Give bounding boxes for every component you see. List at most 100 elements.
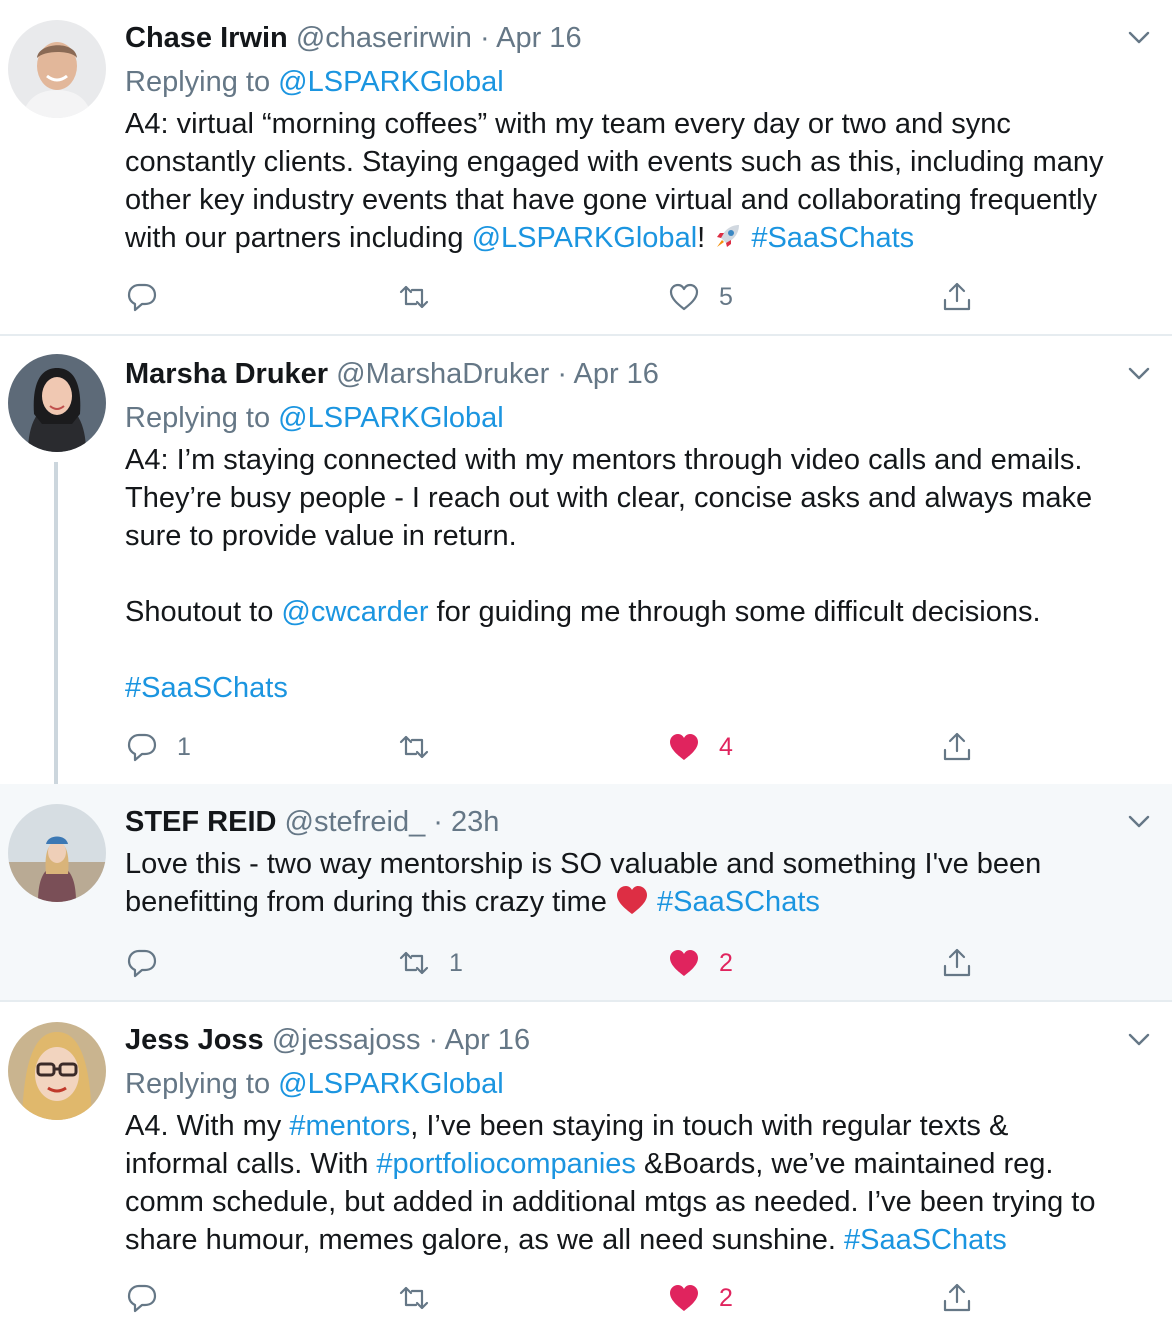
user-handle[interactable]: @jessajoss xyxy=(272,1024,421,1056)
tweet-highlighted[interactable]: STEF REID @stefreid_ · 23h Love this - t… xyxy=(0,784,1172,1000)
reply-icon xyxy=(127,949,157,978)
replying-to: Replying to @LSPARKGlobal xyxy=(125,1065,1112,1103)
heart-filled-icon xyxy=(670,950,698,976)
thread-line xyxy=(54,462,58,784)
tweet-text-segment xyxy=(649,886,657,918)
tweet-text-segment: A4. With my xyxy=(125,1110,290,1142)
avatar[interactable] xyxy=(8,1022,106,1120)
tweet[interactable]: Jess Joss @jessajoss · Apr 16 Replying t… xyxy=(0,1002,1172,1333)
reply-button[interactable] xyxy=(125,943,177,983)
like-button[interactable]: 2 xyxy=(667,1278,733,1318)
heart-outline-icon xyxy=(669,283,699,311)
retweet-button[interactable] xyxy=(397,1278,449,1318)
user-handle[interactable]: @MarshaDruker xyxy=(336,358,549,390)
retweet-button[interactable] xyxy=(397,277,449,317)
rocket-icon xyxy=(713,221,743,261)
replying-to-mention[interactable]: @LSPARKGlobal xyxy=(278,66,504,98)
display-name[interactable]: Jess Joss xyxy=(125,1024,264,1056)
display-name[interactable]: Marsha Druker xyxy=(125,358,328,390)
reply-button[interactable] xyxy=(125,277,177,317)
share-button[interactable] xyxy=(940,727,974,767)
tweet-header: Marsha Druker @MarshaDruker · Apr 16 xyxy=(125,356,1112,392)
tweet-paragraph: Shoutout to @cwcarder for guiding me thr… xyxy=(125,593,1112,631)
chevron-down-icon[interactable] xyxy=(1126,24,1152,50)
reply-icon xyxy=(127,733,157,762)
timestamp[interactable]: Apr 16 xyxy=(496,22,581,54)
tweet-text: Love this - two way mentorship is SO val… xyxy=(125,845,1112,925)
tweet-text-segment: for guiding me through some difficult de… xyxy=(428,596,1041,628)
reply-button[interactable] xyxy=(125,1278,177,1318)
display-name[interactable]: Chase Irwin xyxy=(125,22,288,54)
retweet-button[interactable]: 1 xyxy=(397,943,463,983)
tweet-header: STEF REID @stefreid_ · 23h xyxy=(125,804,1112,840)
replying-to-label: Replying to xyxy=(125,66,279,98)
display-name[interactable]: STEF REID xyxy=(125,806,276,838)
reply-icon xyxy=(127,283,157,312)
reply-button[interactable]: 1 xyxy=(125,727,191,767)
chevron-down-icon[interactable] xyxy=(1126,360,1152,386)
like-count: 5 xyxy=(719,282,733,311)
retweet-icon xyxy=(399,951,429,975)
hashtag-link[interactable]: #SaaSChats xyxy=(125,672,288,704)
share-icon xyxy=(943,282,971,311)
reply-count: 1 xyxy=(177,732,191,761)
like-count: 2 xyxy=(719,948,733,977)
red-heart-icon xyxy=(615,885,649,925)
mention-link[interactable]: @cwcarder xyxy=(281,596,428,628)
tweet-text-segment: Love this - two way mentorship is SO val… xyxy=(125,848,1042,918)
like-count: 4 xyxy=(719,732,733,761)
tweet-text: A4: I’m staying connected with my mentor… xyxy=(125,441,1112,707)
avatar[interactable] xyxy=(8,354,106,452)
separator: · xyxy=(420,1024,445,1056)
replying-to: Replying to @LSPARKGlobal xyxy=(125,399,1112,437)
replying-to-label: Replying to xyxy=(125,1068,279,1100)
tweet[interactable]: Marsha Druker @MarshaDruker · Apr 16 Rep… xyxy=(0,336,1172,784)
share-button[interactable] xyxy=(940,1278,974,1318)
hashtag-link[interactable]: #SaaSChats xyxy=(657,886,820,918)
share-icon xyxy=(943,948,971,977)
tweet-text: A4. With my #mentors, I’ve been staying … xyxy=(125,1107,1112,1259)
share-icon xyxy=(943,1283,971,1312)
like-button[interactable]: 4 xyxy=(667,727,733,767)
separator: · xyxy=(425,806,451,838)
tweet-actions: 2 xyxy=(125,1278,985,1318)
replying-to-mention[interactable]: @LSPARKGlobal xyxy=(278,1068,504,1100)
replying-to-mention[interactable]: @LSPARKGlobal xyxy=(278,402,504,434)
user-handle[interactable]: @chaserirwin xyxy=(296,22,472,54)
share-button[interactable] xyxy=(940,943,974,983)
retweet-button[interactable] xyxy=(397,727,449,767)
timestamp[interactable]: Apr 16 xyxy=(573,358,658,390)
replying-to: Replying to @LSPARKGlobal xyxy=(125,63,1112,101)
hashtag-link[interactable]: #mentors xyxy=(289,1110,410,1142)
hashtag-link[interactable]: #SaaSChats xyxy=(844,1224,1007,1256)
retweet-icon xyxy=(399,285,429,309)
chevron-down-icon[interactable] xyxy=(1126,1026,1152,1052)
chevron-down-icon[interactable] xyxy=(1126,808,1152,834)
avatar[interactable] xyxy=(8,804,106,902)
tweet-actions: 1 2 xyxy=(125,943,985,983)
timestamp[interactable]: Apr 16 xyxy=(445,1024,530,1056)
tweet[interactable]: Chase Irwin @chaserirwin · Apr 16 Replyi… xyxy=(0,0,1172,334)
mention-link[interactable]: @LSPARKGlobal xyxy=(472,222,698,254)
tweet-header: Chase Irwin @chaserirwin · Apr 16 xyxy=(125,20,1112,56)
tweet-text: A4: virtual “morning coffees” with my te… xyxy=(125,105,1112,261)
heart-filled-icon xyxy=(670,734,698,760)
tweet-actions: 5 xyxy=(125,277,985,317)
timestamp[interactable]: 23h xyxy=(451,806,499,838)
like-count: 2 xyxy=(719,1283,733,1312)
tweet-text-segment: Shoutout to xyxy=(125,596,282,628)
like-button[interactable]: 2 xyxy=(667,943,733,983)
tweet-header: Jess Joss @jessajoss · Apr 16 xyxy=(125,1022,1112,1058)
hashtag-link[interactable]: #portfoliocompanies xyxy=(376,1148,636,1180)
like-button[interactable]: 5 xyxy=(667,277,733,317)
tweet-paragraph: #SaaSChats xyxy=(125,669,1112,707)
separator: · xyxy=(549,358,574,390)
tweet-text-segment: ! xyxy=(697,222,714,254)
share-button[interactable] xyxy=(940,277,974,317)
hashtag-link[interactable]: #SaaSChats xyxy=(751,222,914,254)
tweet-actions: 1 4 xyxy=(125,727,985,767)
tweet-paragraph: A4: I’m staying connected with my mentor… xyxy=(125,444,1093,552)
user-handle[interactable]: @stefreid_ xyxy=(285,806,426,838)
reply-icon xyxy=(127,1284,157,1313)
avatar[interactable] xyxy=(8,20,106,118)
